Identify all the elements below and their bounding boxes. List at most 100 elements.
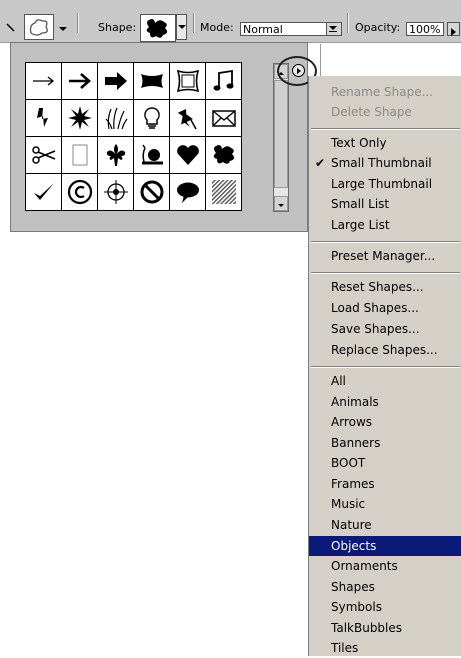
play-icon	[297, 68, 301, 74]
no-sign-icon[interactable]	[134, 174, 170, 211]
menu-item-small-thumbnail[interactable]: ✔ Small Thumbnail	[309, 153, 461, 173]
menu-item-label: Music	[331, 497, 366, 511]
puzzle-piece-icon[interactable]	[206, 137, 242, 174]
mode-value: Normal	[243, 23, 283, 36]
checkmark-icon[interactable]	[26, 174, 62, 211]
menu-item-save-shapes[interactable]: Save Shapes...	[309, 319, 461, 339]
shape-swatch-button[interactable]	[140, 14, 176, 42]
menu-item-shapes[interactable]: Shapes	[309, 577, 461, 597]
divider	[77, 13, 79, 33]
arrow-bold-icon[interactable]	[98, 63, 134, 100]
opacity-label: Opacity:	[355, 21, 401, 34]
lightbulb-icon[interactable]	[134, 100, 170, 137]
target-icon[interactable]	[98, 174, 134, 211]
hatched-tile-icon[interactable]	[206, 174, 242, 211]
mode-select[interactable]: Normal	[240, 22, 342, 36]
blank-page-icon[interactable]	[62, 137, 98, 174]
menu-item-label: TalkBubbles	[331, 621, 403, 635]
menu-item-large-list[interactable]: Large List	[309, 215, 461, 235]
menu-item-label: Tiles	[331, 641, 359, 655]
menu-separator	[311, 366, 460, 368]
play-circle-icon	[292, 64, 305, 77]
menu-item-nature[interactable]: Nature	[309, 515, 461, 535]
menu-item-label: Load Shapes...	[331, 301, 419, 315]
menu-separator	[311, 272, 460, 274]
menu-item-small-list[interactable]: Small List	[309, 194, 461, 214]
chevron-down-icon	[278, 204, 284, 207]
menu-item-label: BOOT	[331, 456, 366, 470]
opacity-input[interactable]: 100%	[406, 22, 444, 36]
menu-item-all[interactable]: All	[309, 371, 461, 391]
shape-label: Shape:	[98, 21, 137, 34]
menu-item-reset-shapes[interactable]: Reset Shapes...	[309, 277, 461, 297]
menu-item-text-only[interactable]: Text Only	[309, 133, 461, 153]
menu-item-label: Frames	[331, 477, 375, 491]
menu-separator	[311, 241, 460, 243]
banner-icon[interactable]	[134, 63, 170, 100]
menu-item-label: Banners	[331, 436, 381, 450]
options-bar: Shape: Mode: Normal Opacity: 100%	[0, 0, 461, 43]
menu-item-boot[interactable]: BOOT	[309, 453, 461, 473]
scroll-down-button[interactable]	[274, 196, 288, 211]
lightning-icon[interactable]	[26, 100, 62, 137]
shape-grid-scrollbar[interactable]	[273, 63, 289, 212]
pushpin-icon[interactable]	[170, 100, 206, 137]
shape-picker-panel	[10, 42, 308, 232]
menu-item-delete-shape: Delete Shape	[309, 102, 461, 122]
chevron-down-icon[interactable]	[59, 27, 67, 31]
menu-item-label: All	[331, 374, 346, 388]
arrow-thin-icon[interactable]	[26, 63, 62, 100]
menu-item-tiles[interactable]: Tiles	[309, 638, 461, 658]
divider	[320, 44, 321, 76]
menu-item-talkbubbles[interactable]: TalkBubbles	[309, 618, 461, 638]
menu-item-label: Small Thumbnail	[331, 156, 432, 170]
grass-icon[interactable]	[98, 100, 134, 137]
menu-item-rename-shape: Rename Shape...	[309, 82, 461, 102]
menu-item-replace-shapes[interactable]: Replace Shapes...	[309, 340, 461, 360]
envelope-icon[interactable]	[206, 100, 242, 137]
tool-edge-icon	[6, 23, 15, 32]
menu-item-preset-manager[interactable]: Preset Manager...	[309, 246, 461, 266]
menu-item-load-shapes[interactable]: Load Shapes...	[309, 298, 461, 318]
snail-icon[interactable]	[134, 137, 170, 174]
copyright-icon[interactable]	[62, 174, 98, 211]
mode-label: Mode:	[200, 21, 234, 34]
menu-item-symbols[interactable]: Symbols	[309, 597, 461, 617]
music-notes-icon[interactable]	[206, 63, 242, 100]
starburst-icon[interactable]	[62, 100, 98, 137]
heart-icon[interactable]	[170, 137, 206, 174]
menu-item-label: Preset Manager...	[331, 249, 436, 263]
menu-item-label: Nature	[331, 518, 372, 532]
arrow-base-line	[329, 31, 337, 32]
opacity-slider-button[interactable]	[447, 22, 460, 36]
tool-preset-picker-button[interactable]	[24, 14, 54, 40]
menu-item-animals[interactable]: Animals	[309, 392, 461, 412]
menu-item-label: Large List	[331, 218, 390, 232]
menu-item-frames[interactable]: Frames	[309, 474, 461, 494]
puzzle-shape-icon	[146, 19, 168, 38]
menu-item-label: Ornaments	[331, 559, 398, 573]
chevron-right-icon	[451, 28, 456, 36]
menu-item-label: Small List	[331, 197, 390, 211]
chevron-down-icon	[178, 25, 186, 29]
menu-item-music[interactable]: Music	[309, 494, 461, 514]
scissors-icon[interactable]	[26, 137, 62, 174]
speech-bubble-icon[interactable]	[170, 174, 206, 211]
scroll-thumb[interactable]	[274, 80, 288, 188]
divider	[347, 13, 349, 33]
menu-item-label: Arrows	[331, 415, 373, 429]
menu-item-label: Objects	[331, 539, 377, 553]
fleur-de-lis-icon[interactable]	[98, 137, 134, 174]
menu-item-label: Replace Shapes...	[331, 343, 438, 357]
menu-separator	[311, 128, 460, 130]
shape-dropdown-button[interactable]	[176, 14, 187, 40]
mode-dropdown-button[interactable]	[326, 23, 341, 35]
menu-item-ornaments[interactable]: Ornaments	[309, 556, 461, 576]
menu-item-objects[interactable]: Objects	[309, 536, 461, 556]
menu-item-large-thumbnail[interactable]: Large Thumbnail	[309, 174, 461, 194]
checkmark-icon: ✔	[315, 156, 326, 170]
frame-icon[interactable]	[170, 63, 206, 100]
arrow-medium-icon[interactable]	[62, 63, 98, 100]
menu-item-banners[interactable]: Banners	[309, 433, 461, 453]
menu-item-arrows[interactable]: Arrows	[309, 412, 461, 432]
